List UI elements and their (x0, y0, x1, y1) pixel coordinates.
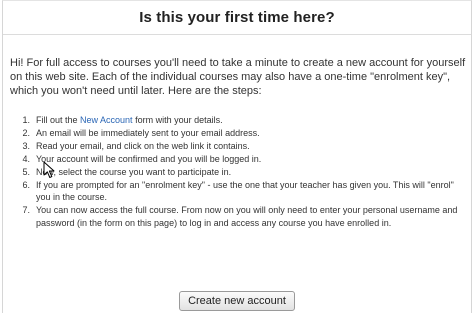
step-number: 5. (22, 167, 30, 177)
mouse-pointer-icon (43, 161, 55, 178)
step-number: 4. (22, 154, 30, 164)
panel-header: Is this your first time here? (3, 1, 471, 35)
page-title: Is this your first time here? (139, 9, 335, 26)
login-page: Is this your first time here? Hi! For fu… (0, 0, 476, 313)
step-text: If you are prompted for an "enrolment ke… (36, 180, 454, 203)
step-number: 3. (22, 141, 30, 151)
step-item: 6. If you are prompted for an "enrolment… (12, 179, 468, 204)
new-account-link[interactable]: New Account (80, 115, 133, 125)
button-row: Create new account (3, 291, 471, 311)
step-item: 1. Fill out the New Account form with yo… (12, 114, 468, 126)
step-text: Now, select the course you want to parti… (36, 167, 232, 177)
step-text: Your account will be confirmed and you w… (36, 154, 262, 164)
step-number: 6. (22, 180, 30, 190)
create-new-account-button[interactable]: Create new account (179, 291, 295, 311)
step-item: 2. An email will be immediately sent to … (12, 127, 468, 139)
first-time-panel: Is this your first time here? Hi! For fu… (2, 0, 472, 313)
intro-text: Hi! For full access to courses you'll ne… (10, 57, 466, 97)
step-text: Read your email, and click on the web li… (36, 141, 250, 151)
steps-list: 1. Fill out the New Account form with yo… (12, 114, 468, 230)
step-text: Fill out the New Account form with your … (36, 114, 468, 126)
step-item: 5. Now, select the course you want to pa… (12, 166, 468, 178)
step-number: 7. (22, 205, 30, 216)
step-text-after: form with your details. (132, 115, 223, 125)
step-number: 1. (22, 115, 30, 125)
step-text: An email will be immediately sent to you… (36, 128, 260, 138)
step-text: You can now access the full course. From… (36, 205, 458, 228)
step-item: 3. Read your email, and click on the web… (12, 140, 468, 152)
step-item: 7. You can now access the full course. F… (12, 204, 468, 229)
step-item: 4. Your account will be confirmed and yo… (12, 153, 468, 165)
step-number: 2. (22, 128, 30, 138)
step-text-before: Fill out the (36, 115, 81, 125)
